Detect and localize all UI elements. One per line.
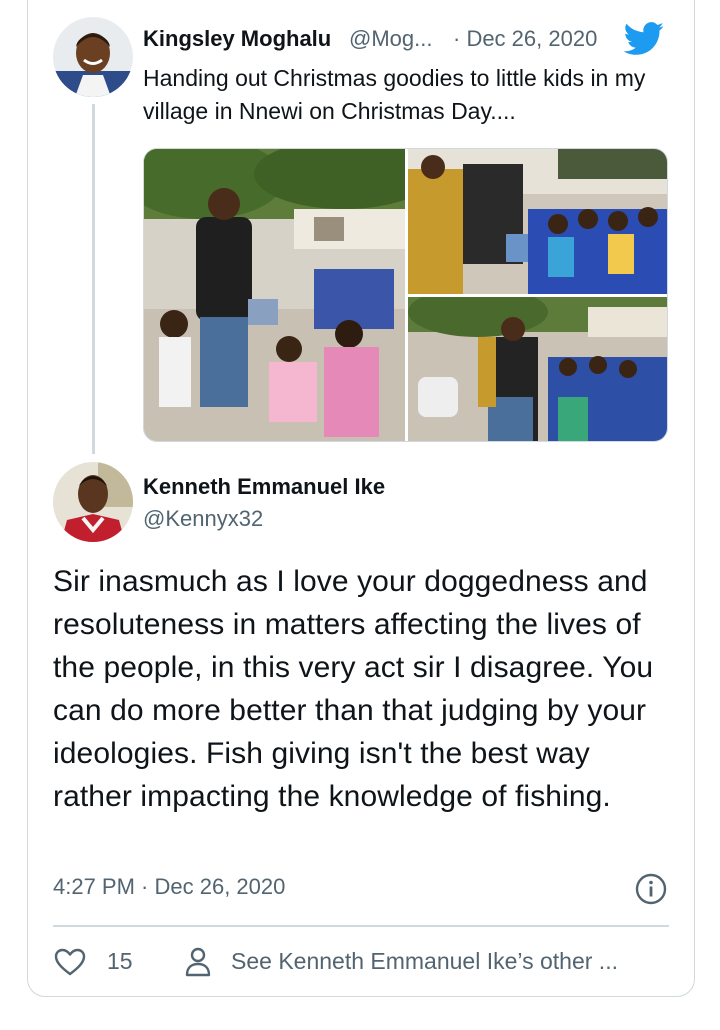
info-icon[interactable] bbox=[634, 872, 668, 906]
tweet-photo-2[interactable] bbox=[408, 149, 667, 294]
main-author-avatar[interactable] bbox=[53, 462, 133, 542]
tweet-photo-3[interactable] bbox=[408, 297, 667, 441]
person-icon[interactable] bbox=[183, 946, 213, 978]
parent-tweet-header: Kingsley Moghalu @Mog... · Dec 26, 2020 bbox=[143, 22, 673, 56]
tweet-timestamp[interactable]: 4:27 PM · Dec 26, 2020 bbox=[53, 874, 285, 900]
main-tweet-text: Sir inasmuch as I love your doggedness a… bbox=[53, 565, 654, 813]
see-other-tweets-link[interactable]: See Kenneth Emmanuel Ike’s other ... bbox=[231, 948, 618, 975]
tweet-actions-bar: 15 See Kenneth Emmanuel Ike’s other ... bbox=[53, 942, 673, 982]
main-author-handle[interactable]: @Kennyx32 bbox=[143, 506, 263, 532]
parent-author-avatar[interactable] bbox=[53, 17, 133, 97]
tweet-photo-1[interactable] bbox=[144, 149, 405, 441]
parent-tweet-date[interactable]: · Dec 26, 2020 bbox=[453, 26, 597, 52]
thread-connector-line bbox=[92, 104, 95, 454]
parent-tweet-media-grid bbox=[143, 148, 668, 442]
heart-icon[interactable] bbox=[53, 946, 87, 978]
parent-tweet-text: Handing out Christmas goodies to little … bbox=[143, 65, 646, 124]
action-divider bbox=[53, 925, 669, 927]
twitter-bird-icon bbox=[623, 22, 665, 56]
main-author-name[interactable]: Kenneth Emmanuel Ike bbox=[143, 474, 385, 500]
parent-author-handle[interactable]: @Mog... bbox=[349, 26, 432, 52]
like-count: 15 bbox=[107, 948, 133, 974]
parent-author-name[interactable]: Kingsley Moghalu bbox=[143, 26, 331, 52]
